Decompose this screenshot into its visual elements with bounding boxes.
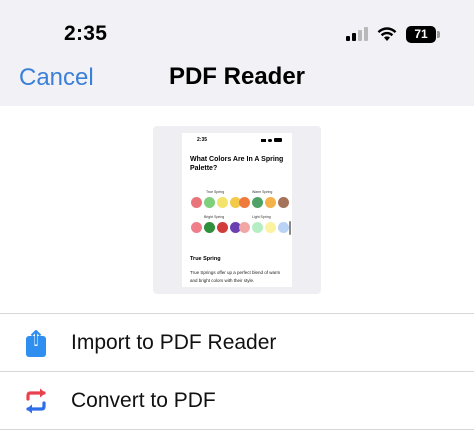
preview-paragraph: True Springs offer up a perfect blend of…	[190, 270, 281, 283]
swatch-dot	[278, 222, 289, 233]
swatch-dot	[217, 197, 228, 208]
battery-icon: 71	[406, 25, 440, 43]
import-to-pdf-reader-button[interactable]: Import to PDF Reader	[0, 314, 474, 371]
document-preview: 2:35 What Colors Are In A Spring Palette…	[182, 133, 292, 287]
preview-subheading: True Spring	[190, 256, 221, 262]
preview-group-label: Bright Spring	[204, 215, 225, 219]
swatch-dot	[252, 222, 263, 233]
preview-group-label: True Spring	[206, 190, 225, 194]
preview-status-time: 2:35	[197, 137, 208, 143]
swatch-dot	[191, 222, 202, 233]
page-title: PDF Reader	[168, 63, 306, 90]
preview-title: What Colors Are In A Spring Palette?	[190, 156, 284, 172]
swatch-dot	[191, 197, 202, 208]
swatch-dot	[278, 197, 289, 208]
swatch-dot	[217, 222, 228, 233]
top-bar: 2:35 71 Cancel PDF Reader	[0, 0, 474, 106]
wifi-icon	[377, 26, 397, 42]
cellular-signal-icon	[346, 27, 368, 41]
swatch-dot	[204, 222, 215, 233]
swatch-dot	[239, 197, 250, 208]
swatch-dot	[239, 222, 250, 233]
share-upload-icon	[22, 328, 50, 358]
status-time: 2:35	[64, 22, 108, 45]
swatch-dot	[204, 197, 215, 208]
convert-to-pdf-button[interactable]: Convert to PDF	[0, 372, 474, 429]
swatch-dot	[265, 197, 276, 208]
preview-status-icons	[261, 138, 282, 142]
status-icons: 71	[346, 24, 440, 44]
action-label: Import to PDF Reader	[71, 331, 277, 354]
battery-level: 71	[406, 25, 436, 43]
preview-scrollbar	[289, 221, 291, 235]
preview-group-label: Light Spring	[252, 215, 271, 219]
preview-group-label: Warm Spring	[252, 190, 273, 194]
swatch-dot	[252, 197, 263, 208]
action-label: Convert to PDF	[71, 389, 216, 412]
swatch-dot	[265, 222, 276, 233]
convert-arrows-icon	[22, 386, 50, 416]
divider	[0, 429, 474, 430]
